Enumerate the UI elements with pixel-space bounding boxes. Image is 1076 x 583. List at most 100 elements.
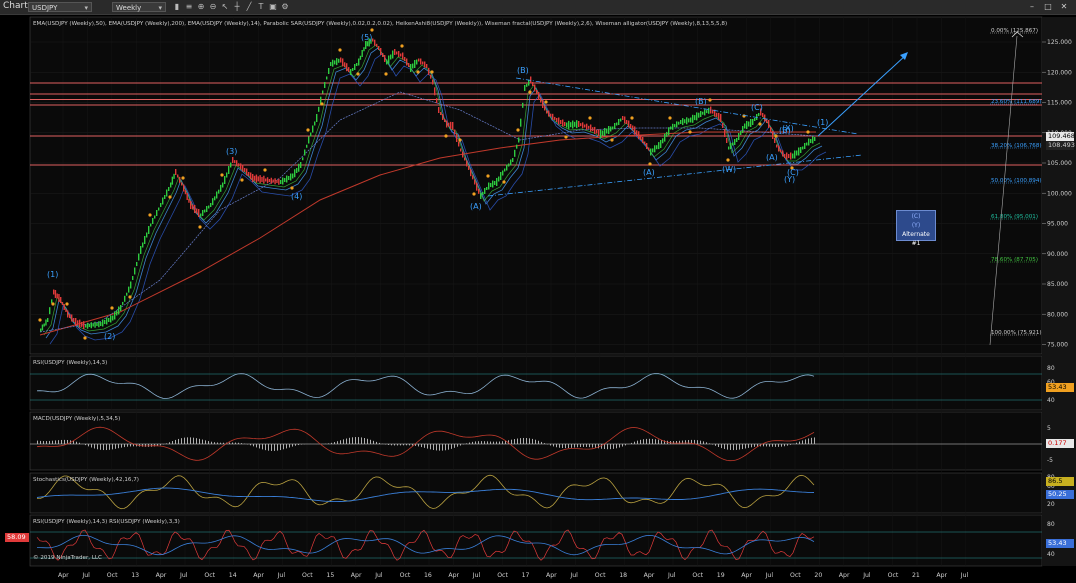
time-axis-label: 13 xyxy=(131,572,139,579)
candle xyxy=(814,137,816,141)
candle xyxy=(782,150,784,157)
candle xyxy=(444,119,446,122)
macd-histogram-bar xyxy=(73,440,74,444)
candle xyxy=(53,289,55,295)
alternate-count-box[interactable]: (C) (Y) Alternate #1 xyxy=(896,210,936,247)
macd-histogram-bar xyxy=(442,444,443,451)
sar-dot xyxy=(181,176,185,180)
macd-histogram-bar xyxy=(589,444,590,448)
macd-histogram-bar xyxy=(460,444,461,446)
macd-histogram-bar xyxy=(61,439,62,444)
candle xyxy=(204,209,206,213)
price-axis-label: 90.000 xyxy=(1047,251,1068,258)
candle xyxy=(474,179,476,185)
sar-dot xyxy=(128,295,132,299)
candle xyxy=(276,180,278,183)
candle xyxy=(278,178,280,185)
candle xyxy=(49,307,51,315)
candle xyxy=(556,118,558,122)
stoch-axis-label: 20 xyxy=(1047,501,1055,508)
candle xyxy=(810,139,812,143)
macd-histogram-bar xyxy=(685,440,686,444)
candle xyxy=(466,160,468,167)
candle xyxy=(132,276,134,280)
candle xyxy=(196,208,198,214)
candle xyxy=(738,133,740,140)
macd-histogram-bar xyxy=(220,442,221,444)
time-axis-label: Apr xyxy=(156,572,167,579)
macd-histogram-bar xyxy=(652,438,653,444)
macd-histogram-bar xyxy=(301,444,302,445)
macd-histogram-bar xyxy=(577,444,578,448)
macd-histogram-bar xyxy=(79,442,80,444)
candle xyxy=(110,315,112,323)
macd-histogram-bar xyxy=(76,441,77,444)
macd-histogram-bar xyxy=(286,444,287,449)
macd-histogram-bar xyxy=(88,444,89,447)
candle xyxy=(512,158,514,162)
candle xyxy=(83,321,85,330)
chart-canvas[interactable]: 0.00% (125.867) 23.60% (111.689) 38.20% (1… xyxy=(0,0,1076,583)
macd-histogram-bar xyxy=(121,444,122,448)
macd-histogram-bar xyxy=(535,439,536,444)
candle xyxy=(446,120,448,128)
candle xyxy=(762,113,764,117)
candle xyxy=(654,145,656,153)
candle xyxy=(130,281,132,289)
macd-histogram-bar xyxy=(709,443,710,444)
candle xyxy=(784,154,786,158)
macd-histogram-bar xyxy=(775,444,776,447)
sar-dot xyxy=(430,70,434,74)
candle xyxy=(650,148,652,156)
candle xyxy=(614,123,616,129)
candle xyxy=(98,321,100,328)
macd-histogram-bar xyxy=(748,444,749,448)
time-axis-label: Oct xyxy=(497,572,508,579)
fib-level-label: 0.00% (125.867) xyxy=(991,28,1038,34)
candle xyxy=(90,322,93,329)
candle xyxy=(430,74,432,79)
macd-histogram-bar xyxy=(124,444,125,448)
macd-histogram-bar xyxy=(640,439,641,444)
sar-dot xyxy=(83,336,87,340)
macd-histogram-bar xyxy=(631,442,632,444)
macd-histogram-bar xyxy=(211,441,212,444)
macd-histogram-bar xyxy=(532,438,533,444)
macd-histogram-bar xyxy=(352,437,353,444)
macd-histogram-bar xyxy=(91,444,92,448)
macd-histogram-bar xyxy=(496,441,497,444)
candle xyxy=(652,148,654,153)
rsi-legend: RSI(USDJPY (Weekly),14,3) xyxy=(33,360,107,366)
wave-label: (C) xyxy=(751,103,763,112)
macd-histogram-bar xyxy=(40,440,41,444)
wave-label: (A) xyxy=(470,202,482,211)
macd-histogram-bar xyxy=(586,444,587,447)
rsi-axis-label: 80 xyxy=(1047,365,1055,372)
candle xyxy=(638,131,640,140)
time-axis-label: Jul xyxy=(960,572,969,579)
macd-axis-label: 5 xyxy=(1047,425,1051,432)
sar-dot xyxy=(516,128,520,132)
macd-histogram-bar xyxy=(337,441,338,444)
price-indicator-legend: EMA(USDJPY (Weekly),50), EMA(USDJPY (Wee… xyxy=(33,21,727,27)
fib-level-label: 61.80% (95.001) xyxy=(991,214,1038,220)
wave-label: (1) xyxy=(817,118,828,127)
candle xyxy=(222,182,224,188)
macd-histogram-bar xyxy=(58,440,59,444)
candle xyxy=(702,111,704,115)
macd-histogram-bar xyxy=(94,444,95,449)
macd-histogram-bar xyxy=(199,438,200,444)
candle xyxy=(562,119,564,127)
candle xyxy=(422,61,424,65)
candle xyxy=(704,109,706,116)
candle xyxy=(542,100,544,108)
macd-histogram-bar xyxy=(148,444,149,447)
sar-dot xyxy=(708,98,712,102)
macd-histogram-bar xyxy=(412,444,413,446)
candle xyxy=(802,146,804,150)
macd-histogram-bar xyxy=(406,444,407,446)
candle xyxy=(724,129,726,137)
candle xyxy=(660,140,662,148)
price-axis-label: 85.000 xyxy=(1047,281,1068,288)
candle xyxy=(168,187,170,191)
